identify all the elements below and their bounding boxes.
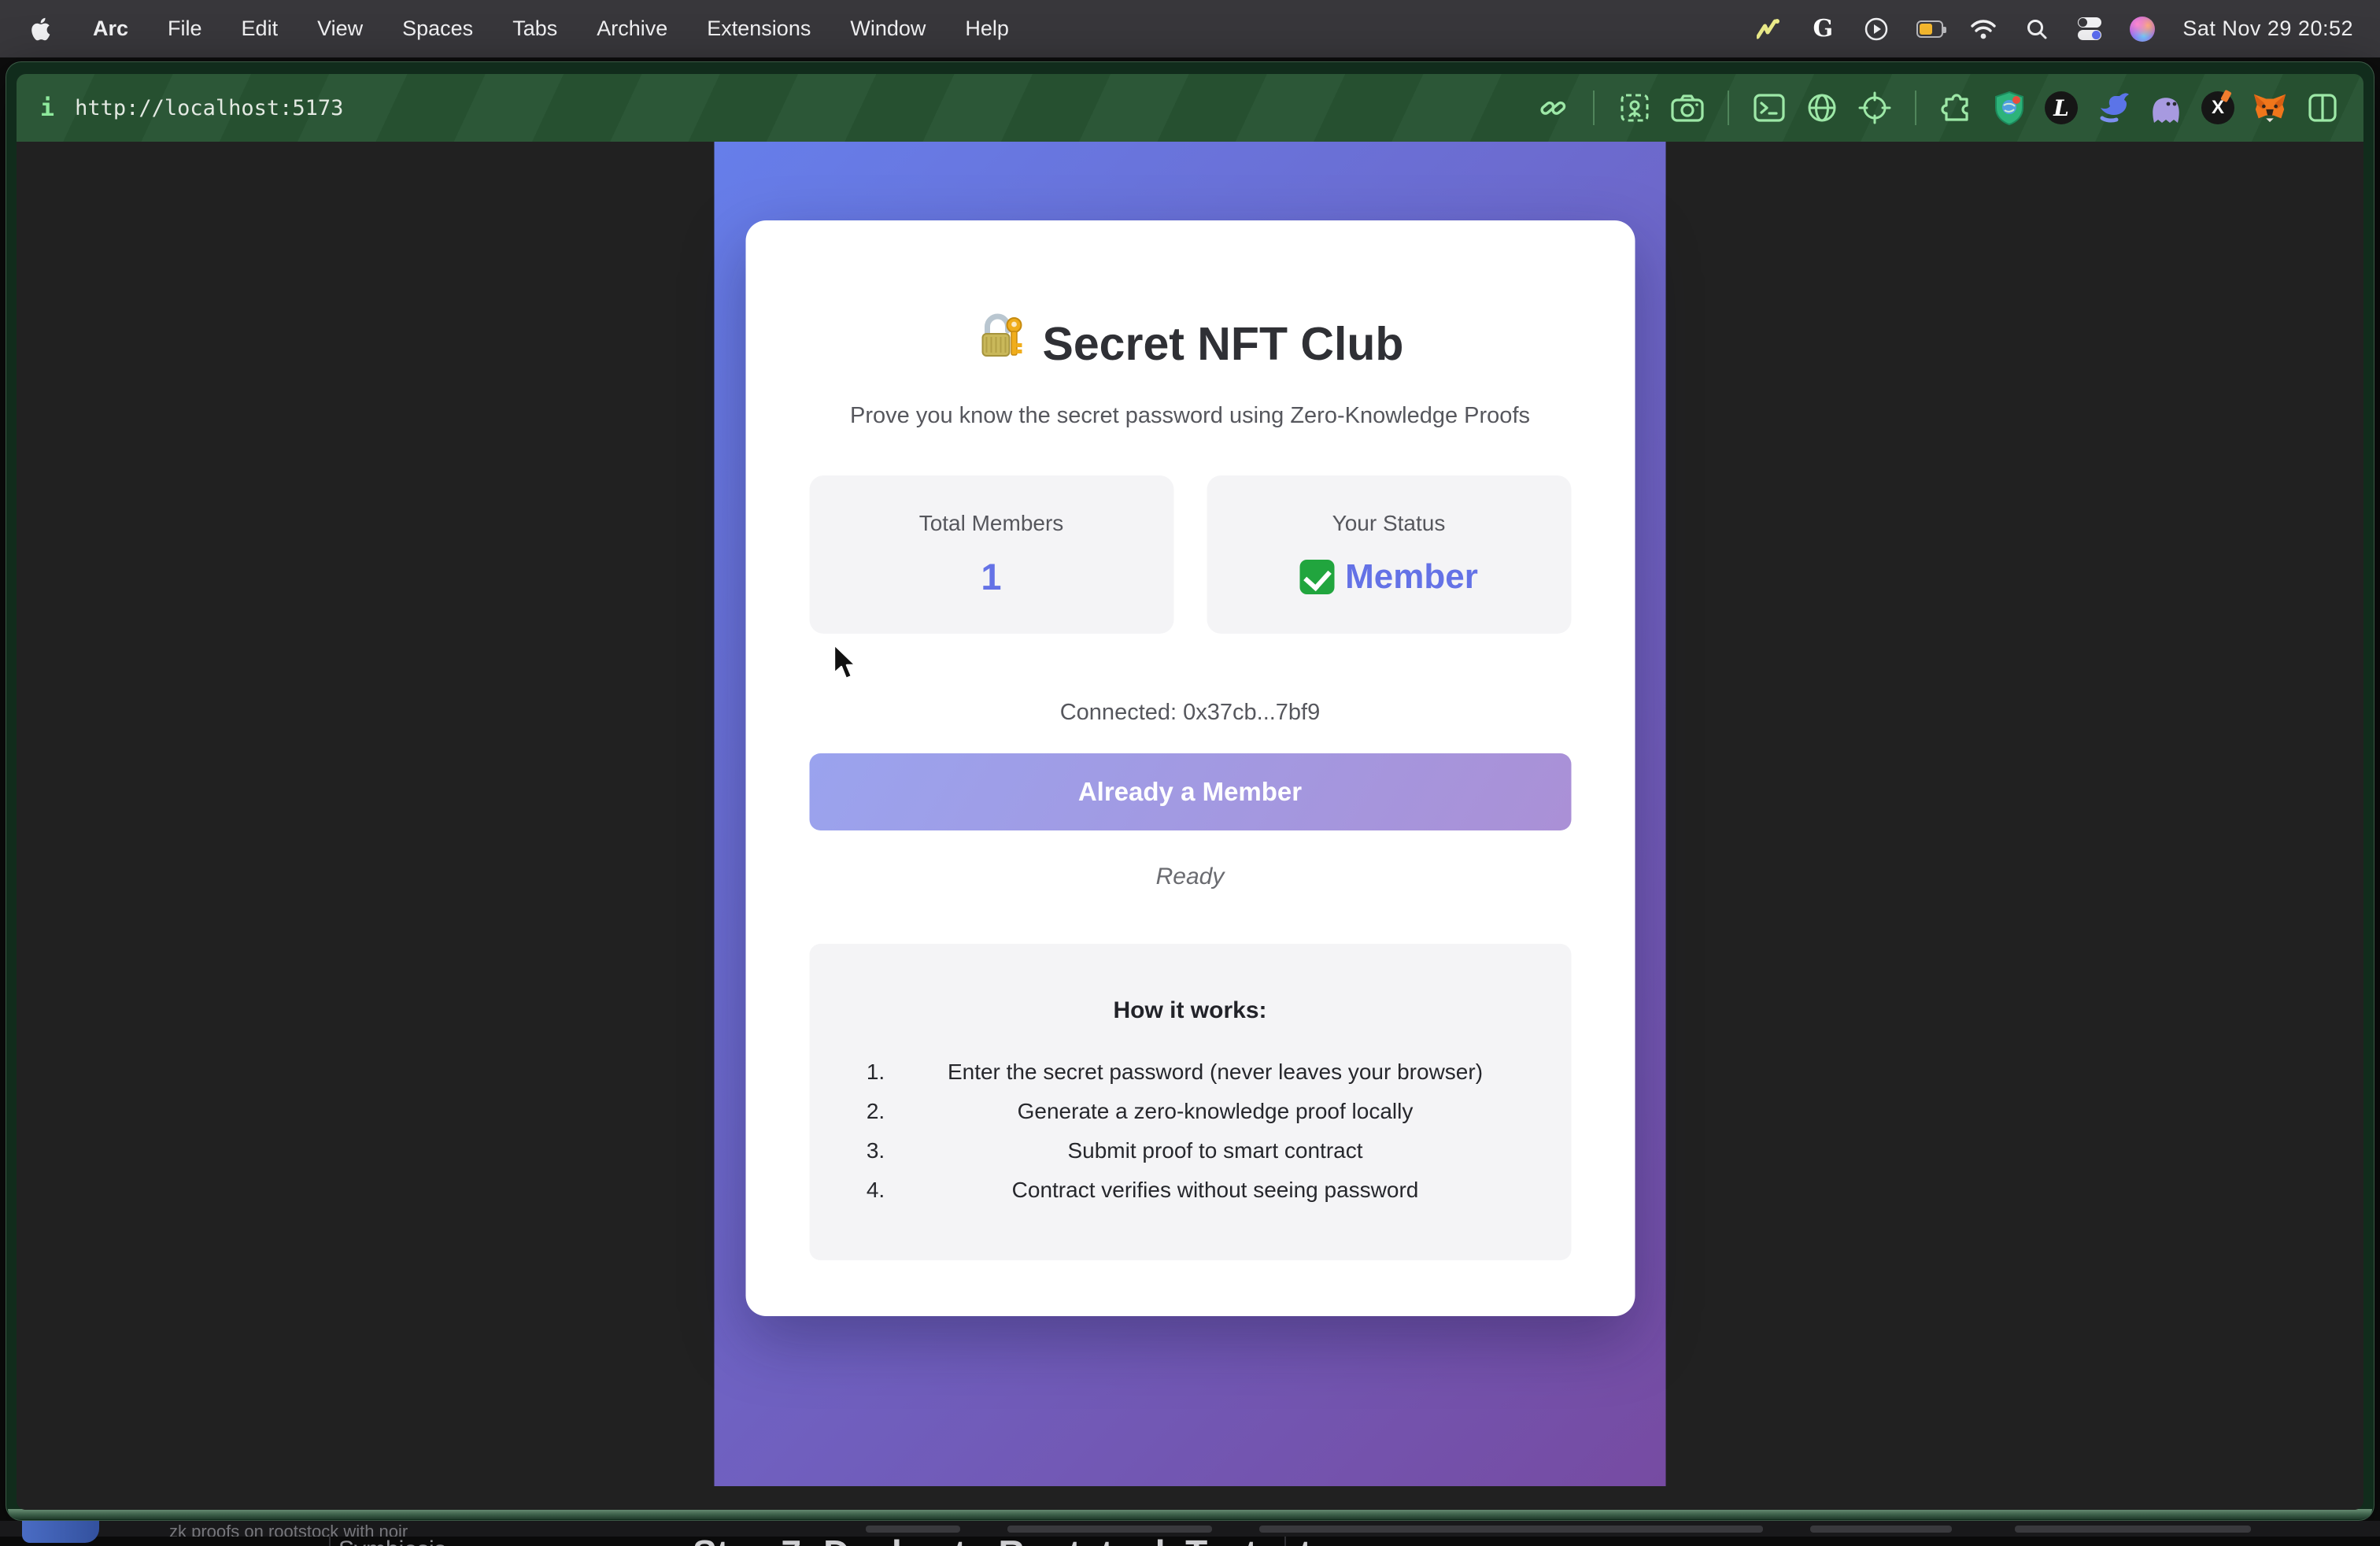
menu-edit[interactable]: Edit [242,17,279,41]
site-info-icon[interactable]: i [40,94,54,122]
how-step: Enter the secret password (never leaves … [891,1060,1539,1084]
element-picker-icon[interactable] [1857,91,1892,125]
menu-help[interactable]: Help [965,17,1009,41]
stats-row: Total Members 1 Your Status Member [809,475,1571,634]
screen: Arc File Edit View Spaces Tabs Archive E… [0,0,2380,1546]
nft-club-card: Secret NFT Club Prove you know the secre… [745,220,1635,1316]
toolbar-smudge [1810,1526,1952,1533]
already-member-button[interactable]: Already a Member [809,753,1571,830]
your-status-box: Your Status Member [1207,475,1571,634]
devtools-terminal-icon[interactable] [1752,91,1787,125]
rabbit-extension-icon[interactable] [2096,91,2131,125]
screenshot-camera-icon[interactable] [1670,91,1705,125]
menu-extensions[interactable]: Extensions [707,17,811,41]
page-title-text: Secret NFT Club [1043,314,1404,374]
how-step: Submit proof to smart contract [891,1139,1539,1163]
siri-icon[interactable] [2129,16,2156,43]
capture-image-icon[interactable] [1617,91,1652,125]
page-viewport: Secret NFT Club Prove you know the secre… [715,142,1666,1486]
browser-content: Secret NFT Club Prove you know the secre… [17,142,2363,1510]
how-it-works-list: Enter the secret password (never leaves … [841,1060,1539,1202]
metamask-icon[interactable] [2252,91,2287,125]
address-bar[interactable]: i http://localhost:5173 [40,94,343,122]
background-doc-title[interactable]: Step 7: Deploy to Rootstock Testnet [693,1537,1311,1546]
ghostery-ghost-icon[interactable] [2149,91,2183,125]
total-members-value: 1 [815,557,1167,597]
lock-key-icon [977,312,1027,376]
url-text[interactable]: http://localhost:5173 [75,96,343,120]
extension-l-icon[interactable]: L [2045,91,2078,124]
toolbar-smudge [866,1526,960,1533]
how-it-works-box: How it works: Enter the secret password … [809,944,1571,1260]
check-mark-icon [1299,560,1334,594]
globe-icon[interactable] [1805,91,1839,125]
menu-view[interactable]: View [317,17,363,41]
menu-arc[interactable]: Arc [93,17,128,41]
total-members-box: Total Members 1 [809,475,1173,634]
split-view-icon[interactable] [2305,91,2340,125]
menubar-clock[interactable]: Sat Nov 29 20:52 [2182,17,2353,41]
menu-archive[interactable]: Archive [597,17,667,41]
background-blue-tab[interactable] [22,1521,99,1543]
total-members-label: Total Members [815,510,1167,537]
stocks-status-icon[interactable] [1756,16,1783,43]
toolbar-smudge [1007,1526,1212,1533]
menu-spaces[interactable]: Spaces [402,17,473,41]
mouse-cursor [831,643,859,682]
browser-toolbar: i http://localhost:5173 [17,74,2363,142]
background-sidebar-label[interactable]: Symbiosis [338,1537,446,1546]
how-step: Generate a zero-knowledge proof locally [891,1100,1539,1123]
grammarly-status-icon[interactable]: G [1809,16,1836,43]
wifi-status-icon[interactable] [1970,16,1997,43]
toolbar-smudge [1259,1526,1763,1533]
privacy-shield-icon[interactable] [1992,91,2027,125]
background-window-toolbar: zk proofs on rootstock with noir [0,1521,2380,1537]
status-text: Ready [809,865,1571,889]
apple-menu-icon[interactable] [27,16,54,43]
menu-window[interactable]: Window [850,17,926,41]
page-subtitle: Prove you know the secret password using… [809,400,1571,431]
your-status-value: Member [1345,557,1478,597]
page-title: Secret NFT Club [809,312,1571,376]
toolbar-separator [1915,91,1916,125]
copy-link-icon[interactable] [1536,91,1570,125]
battery-status-icon[interactable] [1916,16,1943,43]
extensions-puzzle-icon[interactable] [1939,91,1974,125]
how-step: Contract verifies without seeing passwor… [891,1178,1539,1202]
how-it-works-heading: How it works: [841,996,1539,1026]
menu-file[interactable]: File [168,17,202,41]
your-status-label: Your Status [1213,510,1565,537]
play-status-icon[interactable] [1863,16,1890,43]
control-center-icon[interactable] [2077,17,2102,41]
connected-address: Connected: 0x37cb...7bf9 [809,697,1571,728]
background-divider [329,1537,331,1546]
browser-window: i http://localhost:5173 [6,61,2374,1521]
background-window-body: Symbiosis Step 7: Deploy to Rootstock Te… [0,1537,2380,1546]
toolbar-separator [1593,91,1595,125]
toolbar-smudge [2015,1526,2251,1533]
toolbar-separator [1728,91,1729,125]
menubar: Arc File Edit View Spaces Tabs Archive E… [0,0,2380,57]
extension-x-icon[interactable]: X [2201,91,2234,124]
spotlight-search-icon[interactable] [2023,16,2050,43]
menu-tabs[interactable]: Tabs [512,17,557,41]
